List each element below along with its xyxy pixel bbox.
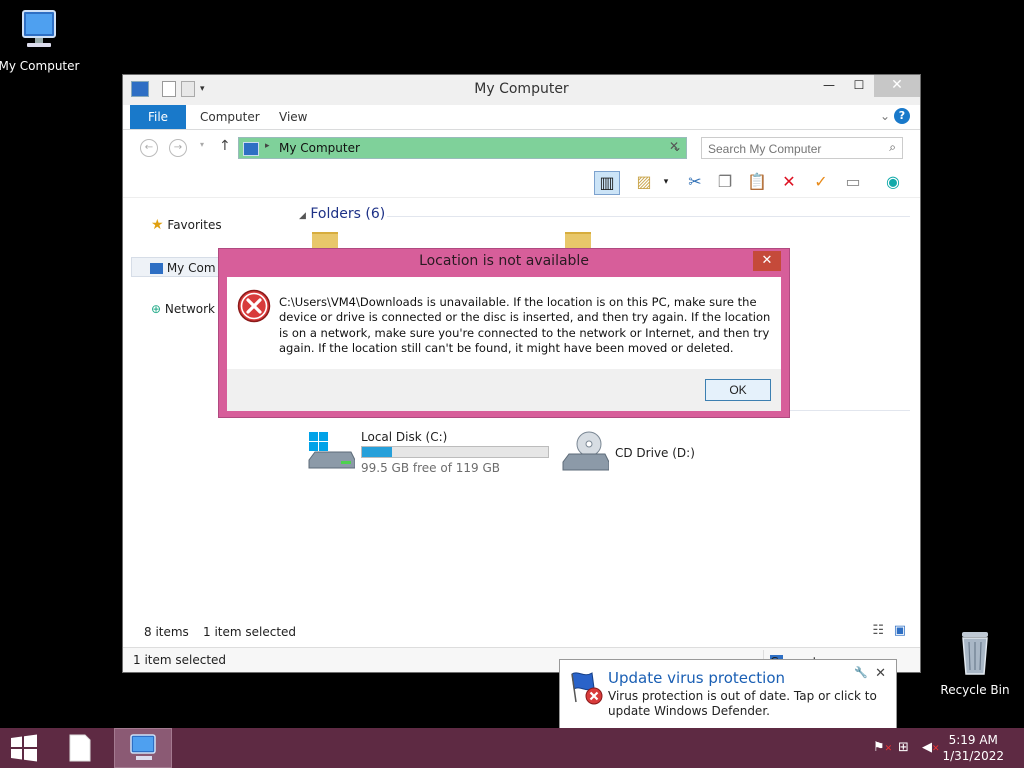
clock-time: 5:19 AM	[948, 733, 998, 747]
copy-icon[interactable]: ❐	[713, 171, 737, 193]
dialog-message: C:\Users\VM4\Downloads is unavailable. I…	[279, 295, 771, 356]
computer-icon	[243, 142, 259, 156]
search-icon[interactable]: ⌕	[889, 140, 896, 155]
back-button[interactable]: ←	[140, 139, 158, 157]
title-bar[interactable]: ▾ My Computer — ☐ ✕	[123, 75, 920, 105]
clock-date: 1/31/2022	[942, 749, 1004, 763]
tab-computer[interactable]: Computer	[200, 105, 260, 129]
pin-icon[interactable]: 🔧	[854, 666, 868, 679]
item-count: 8 items	[144, 625, 189, 639]
close-button[interactable]: ✕	[874, 75, 920, 97]
sidebar-item-network[interactable]: ⊕ Network	[151, 299, 215, 319]
volume-muted-icon[interactable]: ◀✕	[922, 740, 940, 755]
ok-button[interactable]: OK	[705, 379, 771, 401]
taskbar-explorer-button[interactable]	[114, 728, 172, 768]
star-icon: ★	[151, 217, 164, 233]
hard-drive-icon	[308, 432, 355, 469]
document-icon	[69, 734, 91, 762]
folders-group-header[interactable]: ◢ Folders (6)	[299, 206, 385, 222]
taskbar: ⚑✕ ⊞ ◀✕ 5:19 AM 1/31/2022	[0, 728, 1024, 768]
tab-file[interactable]: File	[130, 105, 186, 129]
dialog-close-button[interactable]: ✕	[753, 251, 781, 271]
sidebar-item-label: My Com	[166, 261, 216, 275]
desktop-icon-my-computer[interactable]: My Computer	[0, 8, 84, 73]
maximize-button[interactable]: ☐	[844, 75, 874, 97]
folder-icon[interactable]	[565, 232, 591, 248]
up-button[interactable]: ↑	[219, 138, 231, 154]
cut-icon[interactable]: ✂	[683, 171, 707, 193]
dialog-body: C:\Users\VM4\Downloads is unavailable. I…	[227, 277, 781, 369]
recent-locations-icon[interactable]: ▾	[200, 140, 204, 149]
desktop-icon-label: Recycle Bin	[940, 683, 1010, 697]
computer-icon	[22, 10, 56, 47]
desktop-icon-label: My Computer	[0, 59, 80, 73]
mute-badge-icon: ✕	[932, 744, 940, 754]
details-view-icon[interactable]: ☷	[872, 623, 884, 638]
location-error-dialog: Location is not available ✕ C:\Users\VM4…	[218, 248, 790, 418]
notification-close-button[interactable]: ✕	[875, 666, 886, 681]
drive-item-d[interactable]: CD Drive (D:)	[561, 428, 761, 476]
virus-protection-notification[interactable]: Update virus protection Virus protection…	[559, 659, 897, 729]
error-badge-icon: ✕	[884, 744, 893, 754]
search-box[interactable]: ⌕	[701, 137, 903, 159]
address-text: My Computer	[279, 141, 360, 155]
folder-icon[interactable]	[312, 232, 338, 248]
computer-icon	[130, 734, 156, 760]
recycle-bin-icon	[962, 632, 988, 675]
search-input[interactable]	[706, 139, 880, 159]
preview-pane-button[interactable]: ▥	[594, 171, 620, 195]
status-selected: 1 item selected	[133, 653, 227, 667]
status-bar-info: 8 items 1 item selected ☷ ▣	[123, 620, 920, 644]
select-icon[interactable]: ▨	[632, 171, 656, 193]
system-clock[interactable]: 5:19 AM 1/31/2022	[942, 732, 1004, 764]
rename-icon[interactable]: ▭	[841, 171, 865, 193]
checkmark-icon[interactable]: ✓	[809, 171, 833, 193]
windows-logo-icon	[11, 734, 37, 762]
clear-address-button[interactable]: ✕	[669, 139, 679, 153]
dialog-title: Location is not available	[419, 253, 589, 269]
start-button[interactable]	[0, 728, 56, 768]
notification-message: Virus protection is out of date. Tap or …	[608, 689, 877, 718]
action-center-error-icon[interactable]: ⚑✕	[873, 740, 892, 755]
sidebar-item-favorites[interactable]: ★ Favorites	[151, 215, 222, 235]
chevron-down-icon[interactable]: ⌄	[880, 109, 890, 123]
computer-icon	[150, 263, 163, 274]
drive-name: CD Drive (D:)	[615, 446, 695, 460]
drive-usage-fill	[362, 447, 392, 457]
notification-title: Update virus protection	[608, 669, 786, 687]
network-icon: ⊕	[151, 302, 162, 316]
address-bar[interactable]: ▸ My Computer ⌄	[238, 137, 687, 159]
dialog-footer: OK	[227, 369, 781, 411]
group-title: Folders (6)	[310, 206, 386, 222]
command-toolbar: ▥ ▨ ▾ ✂ ❐ 📋 ✕ ✓ ▭ ◉	[123, 167, 920, 198]
paste-icon[interactable]: 📋	[745, 171, 769, 193]
desktop-icon-recycle-bin[interactable]: Recycle Bin	[930, 630, 1020, 697]
globe-icon[interactable]: ◉	[881, 171, 905, 193]
selection-count: 1 item selected	[203, 625, 297, 639]
drive-free-space: 99.5 GB free of 119 GB	[361, 461, 500, 475]
cd-drive-icon	[562, 431, 609, 471]
forward-button[interactable]: →	[169, 139, 187, 157]
error-icon	[237, 289, 271, 323]
security-flag-icon	[571, 672, 603, 705]
minimize-button[interactable]: —	[814, 75, 844, 97]
taskbar-notepad-button[interactable]	[56, 728, 112, 768]
tab-view[interactable]: View	[279, 105, 307, 129]
delete-icon[interactable]: ✕	[777, 171, 801, 193]
collapse-icon: ◢	[299, 211, 306, 221]
window-title: My Computer	[474, 81, 569, 97]
chevron-down-icon[interactable]: ▾	[659, 171, 673, 193]
address-row: ← → ▾ ↑ ▸ My Computer ⌄ ✕ ⌕	[123, 130, 920, 166]
large-icons-view-icon[interactable]: ▣	[894, 623, 906, 638]
drive-name: Local Disk (C:)	[361, 430, 448, 444]
drive-usage-bar	[361, 446, 549, 458]
ribbon-tabs: File Computer View ⌄ ?	[123, 105, 920, 130]
sidebar-item-label: Network	[164, 302, 215, 316]
help-icon[interactable]: ?	[894, 108, 910, 124]
network-status-icon[interactable]: ⊞	[898, 740, 909, 755]
sidebar-item-label: Favorites	[167, 218, 222, 232]
drive-item-c[interactable]: Local Disk (C:) 99.5 GB free of 119 GB	[307, 428, 557, 476]
breadcrumb-separator-icon: ▸	[265, 141, 270, 151]
group-divider	[387, 216, 910, 217]
